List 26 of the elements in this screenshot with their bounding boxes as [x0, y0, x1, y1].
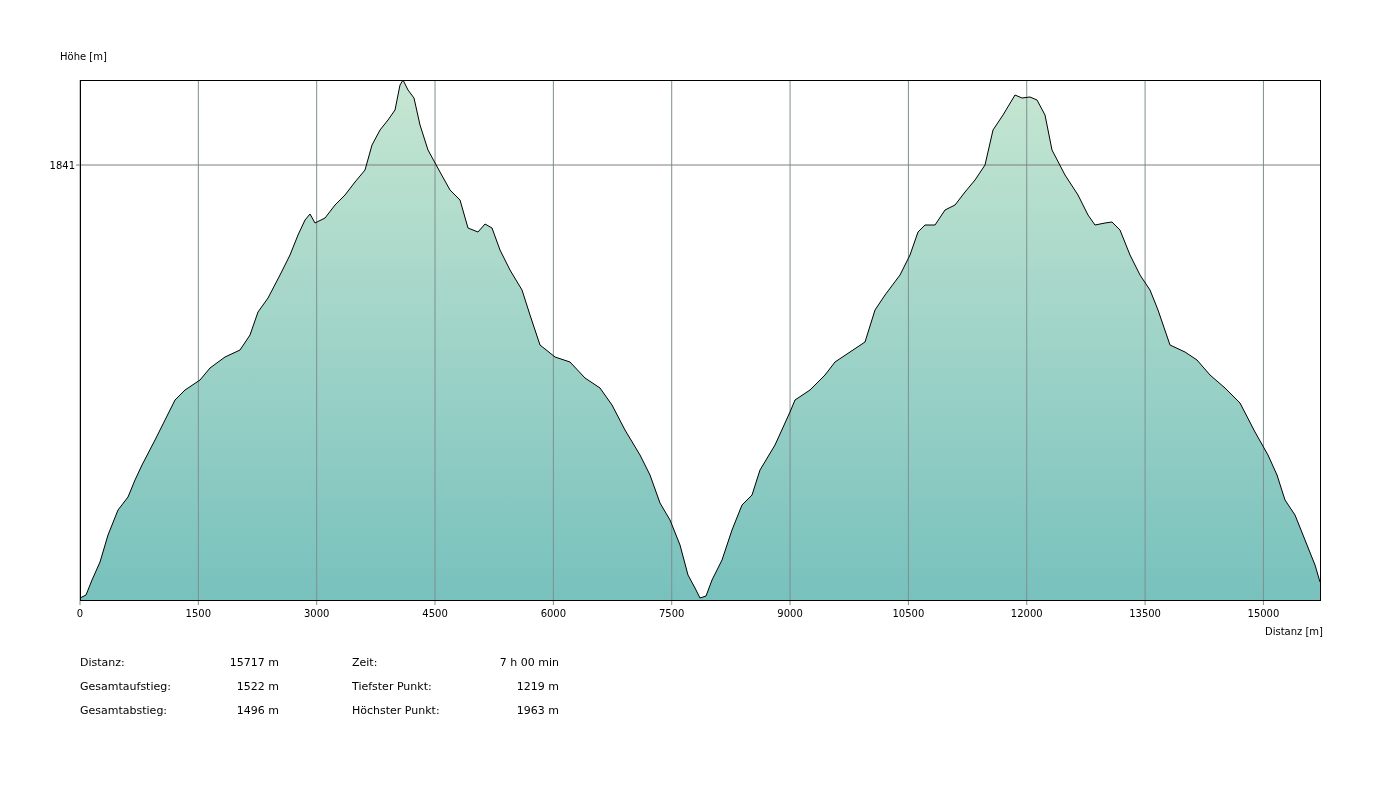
- stat-value: 7 h 00 min: [498, 655, 559, 671]
- stat-value: 1522 m: [235, 679, 279, 695]
- x-tick-label: 6000: [540, 608, 567, 619]
- x-tick-label: 0: [76, 608, 84, 619]
- stat-label: Tiefster Punkt:: [352, 679, 433, 695]
- stat-value: 1219 m: [515, 679, 559, 695]
- x-tick-label: 7500: [659, 608, 685, 619]
- stat-label: Distanz:: [80, 655, 126, 671]
- x-tick-label: 10500: [892, 608, 925, 619]
- stat-value: 1496 m: [235, 703, 279, 719]
- y-axis-label: Höhe [m]: [60, 51, 107, 62]
- stat-value: 15717 m: [228, 655, 279, 671]
- stat-label: Gesamtaufstieg:: [80, 679, 172, 695]
- x-tick-label: 3000: [303, 608, 330, 619]
- y-tick-label: 1841: [49, 160, 75, 171]
- x-tick-label: 9000: [777, 608, 803, 619]
- stat-label: Gesamtabstieg:: [80, 703, 169, 719]
- x-tick-label: 1500: [185, 608, 212, 619]
- stat-label: Höchster Punkt:: [352, 703, 441, 719]
- x-tick-label: 15000: [1247, 608, 1280, 619]
- x-tick-label: 4500: [422, 608, 448, 619]
- x-tick-label: 12000: [1010, 608, 1043, 619]
- stat-value: 1963 m: [515, 703, 559, 719]
- x-tick-label: 13500: [1129, 608, 1161, 619]
- x-axis-label: Distanz [m]: [1264, 626, 1323, 637]
- stat-label: Zeit:: [352, 655, 379, 671]
